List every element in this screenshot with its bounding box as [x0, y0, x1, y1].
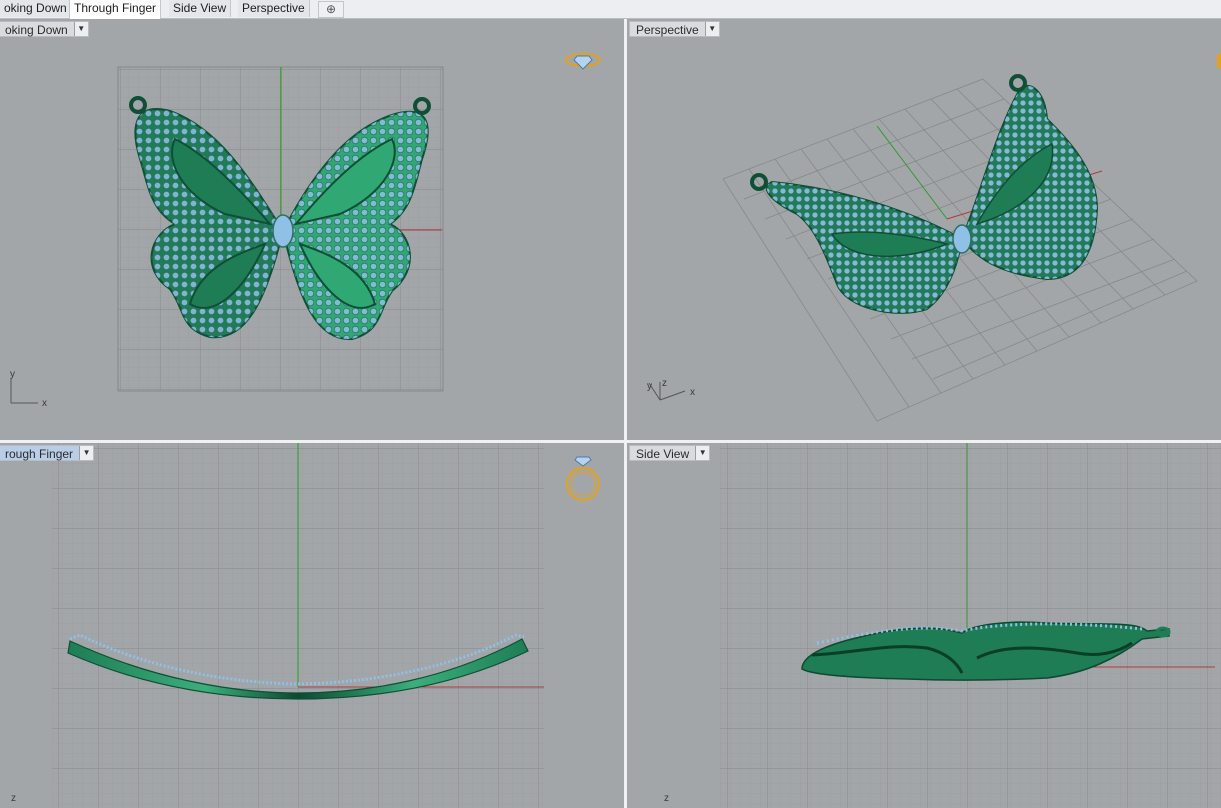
chevron-down-icon[interactable]: ▼ — [79, 446, 94, 460]
viewport-title-text: oking Down — [5, 23, 68, 37]
viewport-perspective[interactable]: x y z Perspective ▼ — [627, 19, 1221, 440]
gumball-edge-icon[interactable] — [1217, 53, 1221, 69]
y-axis-line — [876, 125, 948, 220]
axis-triad: x y — [10, 369, 47, 409]
axis-y-label: y — [647, 381, 652, 392]
viewport-title-text: Side View — [636, 447, 690, 461]
tab-perspective[interactable]: Perspective — [238, 0, 310, 17]
chevron-down-icon[interactable]: ▼ — [73, 22, 88, 36]
butterfly-pendant-model — [750, 74, 1099, 314]
plus-icon: ⊕ — [325, 2, 337, 16]
chevron-down-icon[interactable]: ▼ — [695, 446, 710, 460]
viewport-title-side[interactable]: Side View ▼ — [629, 445, 711, 461]
viewport-through-finger[interactable]: z rough Finger ▼ — [0, 443, 624, 808]
viewport-title-perspective[interactable]: Perspective ▼ — [629, 21, 720, 37]
tab-side-view[interactable]: Side View — [169, 0, 232, 17]
viewport-title-top[interactable]: oking Down ▼ — [0, 21, 89, 37]
viewport-title-text: rough Finger — [5, 447, 74, 461]
viewport-side[interactable]: z Side View ▼ — [627, 443, 1221, 808]
ring-gem-top-icon[interactable] — [565, 53, 601, 70]
ring-front-icon[interactable] — [566, 456, 600, 501]
top-viewport-canvas: x y — [10, 53, 601, 409]
construction-grid — [720, 443, 1221, 808]
viewport-tab-bar: oking Down Through Finger Side View Pers… — [0, 0, 1221, 19]
axis-triad: x y z — [647, 378, 695, 401]
tab-through-finger[interactable]: Through Finger — [69, 0, 162, 19]
axis-x-label: x — [42, 398, 47, 409]
axis-z-label: z — [662, 378, 667, 389]
viewport-splitter-vertical[interactable] — [624, 19, 627, 808]
side-viewport-canvas: z — [664, 443, 1221, 808]
tab-looking-down[interactable]: oking Down — [0, 0, 72, 17]
chevron-down-icon[interactable]: ▼ — [704, 22, 719, 36]
axis-y-label: y — [10, 369, 15, 380]
perspective-viewport-canvas: x y z — [647, 53, 1221, 422]
viewport-splitter-horizontal[interactable] — [0, 440, 1221, 443]
viewport-title-text: Perspective — [636, 23, 699, 37]
viewport-top[interactable]: x y oking Down ▼ — [0, 19, 624, 440]
axis-x-label: x — [690, 387, 695, 398]
viewport-title-through-finger[interactable]: rough Finger ▼ — [0, 445, 95, 461]
axis-z-label: z — [11, 793, 16, 804]
front-viewport-canvas: z — [11, 443, 600, 808]
axis-z-label: z — [664, 793, 669, 804]
add-tab-button[interactable]: ⊕ — [318, 1, 344, 18]
